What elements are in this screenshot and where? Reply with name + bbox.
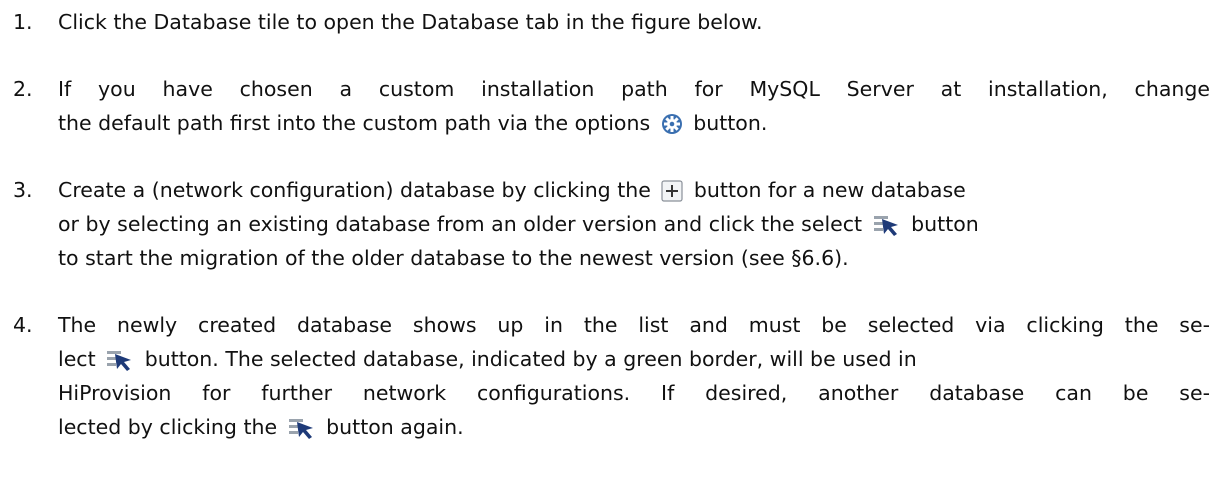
step-number: 2. [13, 77, 33, 101]
step-text: If you have chosen a custom installation… [58, 77, 1210, 101]
step-text: button again. [326, 415, 464, 439]
step-number: 3. [13, 178, 33, 202]
step-text: HiProvision for further network configur… [58, 381, 1210, 405]
step-text: Click the Database tile to open the Data… [58, 10, 763, 34]
step-text: button. The selected database, indicated… [144, 347, 917, 371]
step-text: the default path first into the custom p… [58, 111, 651, 135]
step-text: button [911, 212, 979, 236]
select-cursor-icon [873, 214, 901, 236]
step-text: or by selecting an existing database fro… [58, 212, 863, 236]
step-number: 4. [13, 313, 33, 337]
step-text-line: lect button. The selected database, indi… [58, 342, 917, 376]
instruction-document: 1. Click the Database tile to open the D… [0, 0, 1231, 480]
step-text: lected by clicking the [58, 415, 278, 439]
step-text: The newly created database shows up in t… [58, 313, 1210, 337]
step-text: lect [58, 347, 96, 371]
step-text: to start the migration of the older data… [58, 246, 849, 270]
step-text: button for a new database [693, 178, 966, 202]
select-cursor-icon [106, 349, 134, 371]
step-text-line: Create a (network configuration) databas… [58, 173, 966, 207]
step-number: 1. [13, 10, 33, 34]
step-text: Create a (network configuration) databas… [58, 178, 651, 202]
plus-add-icon [661, 180, 683, 202]
step-text-line: or by selecting an existing database fro… [58, 207, 979, 241]
gear-options-icon [661, 113, 683, 135]
step-text: button. [693, 111, 768, 135]
select-cursor-icon [288, 417, 316, 439]
step-text-line: lected by clicking the button again. [58, 410, 464, 444]
step-text-line: the default path first into the custom p… [58, 106, 767, 140]
